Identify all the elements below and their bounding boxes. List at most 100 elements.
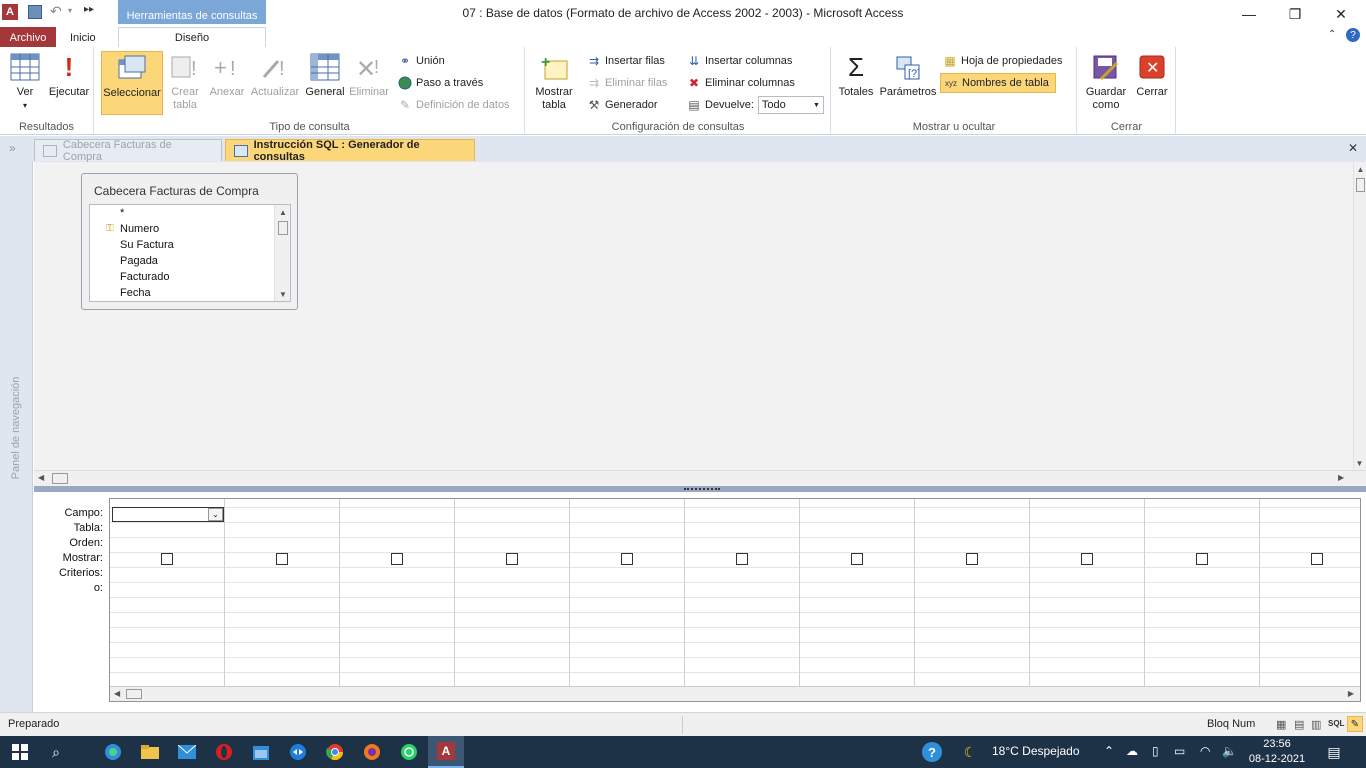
- chevron-down-icon[interactable]: ⌄: [208, 508, 223, 521]
- access-taskbar-icon[interactable]: A: [428, 736, 464, 768]
- close-document-icon[interactable]: ✕: [1348, 141, 1358, 155]
- crear-tabla-button[interactable]: ! Crear tabla: [167, 51, 203, 112]
- windows-start-icon[interactable]: [6, 740, 34, 764]
- scroll-thumb[interactable]: [277, 221, 288, 235]
- field-list-scrollbar[interactable]: ▲ ▼: [274, 205, 290, 301]
- field-pagada[interactable]: Pagada: [120, 255, 158, 267]
- scroll-thumb[interactable]: [1355, 178, 1365, 192]
- grid-column[interactable]: [1260, 499, 1360, 687]
- qbe-grid[interactable]: ⌄ ◀ ▶: [109, 498, 1361, 702]
- splitter-grip[interactable]: [684, 488, 720, 490]
- insertar-filas-button[interactable]: ⇉ Insertar filas: [586, 51, 665, 71]
- anexar-button[interactable]: +! Anexar: [207, 51, 247, 99]
- scroll-up-icon[interactable]: ▲: [1354, 162, 1366, 176]
- firefox-icon[interactable]: [358, 740, 386, 764]
- field-numero[interactable]: Numero: [120, 223, 159, 235]
- mostrar-tabla-button[interactable]: + Mostrar tabla: [530, 51, 578, 112]
- actualizar-button[interactable]: ! Actualizar: [249, 51, 301, 99]
- table-field-list[interactable]: Cabecera Facturas de Compra * ⚿ Numero S…: [81, 173, 298, 310]
- guardar-como-button[interactable]: Guardar como: [1082, 51, 1130, 112]
- scroll-thumb[interactable]: [52, 473, 68, 484]
- show-checkbox[interactable]: [1196, 553, 1208, 565]
- scroll-down-icon[interactable]: ▼: [275, 287, 291, 301]
- file-explorer-icon[interactable]: [136, 740, 164, 764]
- show-checkbox[interactable]: [276, 553, 288, 565]
- tab-archivo[interactable]: Archivo: [0, 27, 56, 48]
- seleccionar-button[interactable]: Seleccionar: [101, 51, 163, 115]
- show-checkbox[interactable]: [161, 553, 173, 565]
- ver-button[interactable]: Ver ▾: [6, 51, 44, 112]
- tray-chevron-up-icon[interactable]: ⌃: [1104, 744, 1114, 758]
- datasheet-view-icon[interactable]: ▦: [1276, 718, 1286, 731]
- mail-icon[interactable]: [173, 740, 201, 764]
- upper-horizontal-scrollbar[interactable]: ◀ ▶: [34, 470, 1366, 486]
- grid-column[interactable]: [1030, 499, 1145, 687]
- wifi-icon[interactable]: ◠: [1200, 744, 1210, 758]
- grid-column[interactable]: [225, 499, 340, 687]
- whatsapp-icon[interactable]: [395, 740, 423, 764]
- help-tray-icon[interactable]: ?: [918, 740, 946, 764]
- notifications-icon[interactable]: ▤: [1320, 740, 1348, 764]
- show-checkbox[interactable]: [506, 553, 518, 565]
- show-checkbox[interactable]: [851, 553, 863, 565]
- scroll-down-icon[interactable]: ▼: [1353, 456, 1366, 470]
- grid-column[interactable]: [800, 499, 915, 687]
- show-checkbox[interactable]: [391, 553, 403, 565]
- show-checkbox[interactable]: [1081, 553, 1093, 565]
- grid-column[interactable]: [915, 499, 1030, 687]
- onedrive-cloud-icon[interactable]: ☁: [1126, 744, 1138, 758]
- grid-column[interactable]: [455, 499, 570, 687]
- chrome-icon[interactable]: [321, 740, 349, 764]
- field-all[interactable]: *: [120, 207, 124, 219]
- scroll-up-icon[interactable]: ▲: [275, 205, 291, 219]
- opera-icon[interactable]: [210, 740, 238, 764]
- weather-text[interactable]: 18°C Despejado: [992, 744, 1080, 758]
- collapse-ribbon-icon[interactable]: ⌃: [1328, 29, 1336, 40]
- grid-column[interactable]: [110, 499, 225, 687]
- scroll-right-icon[interactable]: ▶: [1338, 473, 1344, 482]
- calendar-icon[interactable]: [247, 740, 275, 764]
- tab-diseno[interactable]: Diseño: [118, 27, 266, 49]
- eliminar-button[interactable]: ✕! Eliminar: [347, 51, 391, 99]
- scroll-right-icon[interactable]: ▶: [1348, 689, 1354, 698]
- tab-generador-consultas[interactable]: Instrucción SQL : Generador de consultas: [225, 139, 475, 163]
- nombres-tabla-button[interactable]: xyz Nombres de tabla: [940, 73, 1056, 93]
- eliminar-columnas-button[interactable]: ✖ Eliminar columnas: [686, 73, 795, 93]
- paso-a-traves-button[interactable]: Paso a través: [397, 73, 483, 93]
- chart-view-icon[interactable]: ▥: [1311, 718, 1321, 731]
- device-icon[interactable]: ▯: [1152, 744, 1159, 758]
- field-fecha[interactable]: Fecha: [120, 287, 151, 299]
- show-checkbox[interactable]: [1311, 553, 1323, 565]
- grid-column[interactable]: [340, 499, 455, 687]
- hoja-propiedades-button[interactable]: ▦ Hoja de propiedades: [942, 51, 1062, 71]
- field-su-factura[interactable]: Su Factura: [120, 239, 174, 251]
- union-button[interactable]: ⚭ Unión: [397, 51, 445, 71]
- grid-column[interactable]: [685, 499, 800, 687]
- parametros-button[interactable]: [?] Parámetros: [878, 51, 938, 99]
- ejecutar-button[interactable]: ! Ejecutar: [46, 51, 92, 99]
- general-button[interactable]: General: [303, 51, 347, 99]
- show-checkbox[interactable]: [621, 553, 633, 565]
- battery-icon[interactable]: ▭: [1174, 744, 1185, 758]
- pivot-view-icon[interactable]: ▤: [1294, 718, 1304, 731]
- expand-nav-icon[interactable]: »: [9, 141, 16, 155]
- upper-vertical-scrollbar[interactable]: ▲: [1353, 162, 1366, 470]
- sql-view-button[interactable]: SQL: [1328, 719, 1344, 728]
- scroll-thumb[interactable]: [126, 689, 142, 699]
- edge-browser-icon[interactable]: [99, 740, 127, 764]
- eliminar-filas-button[interactable]: ⇉ Eliminar filas: [586, 73, 667, 93]
- scroll-left-icon[interactable]: ◀: [114, 689, 120, 698]
- grid-column[interactable]: [570, 499, 685, 687]
- volume-icon[interactable]: 🔈: [1222, 744, 1237, 758]
- field-facturado[interactable]: Facturado: [120, 271, 170, 283]
- cerrar-button[interactable]: ✕ Cerrar: [1132, 51, 1172, 99]
- help-icon[interactable]: ?: [1346, 28, 1360, 42]
- show-checkbox[interactable]: [736, 553, 748, 565]
- definicion-datos-button[interactable]: ✎ Definición de datos: [397, 95, 510, 115]
- search-icon[interactable]: ⌕: [42, 740, 70, 764]
- clock-date[interactable]: 08-12-2021: [1246, 753, 1308, 765]
- tab-inicio[interactable]: Inicio: [62, 27, 104, 48]
- scroll-left-icon[interactable]: ◀: [38, 473, 44, 482]
- tab-cabecera-facturas[interactable]: Cabecera Facturas de Compra: [34, 139, 222, 163]
- design-view-icon[interactable]: ✎: [1347, 716, 1363, 732]
